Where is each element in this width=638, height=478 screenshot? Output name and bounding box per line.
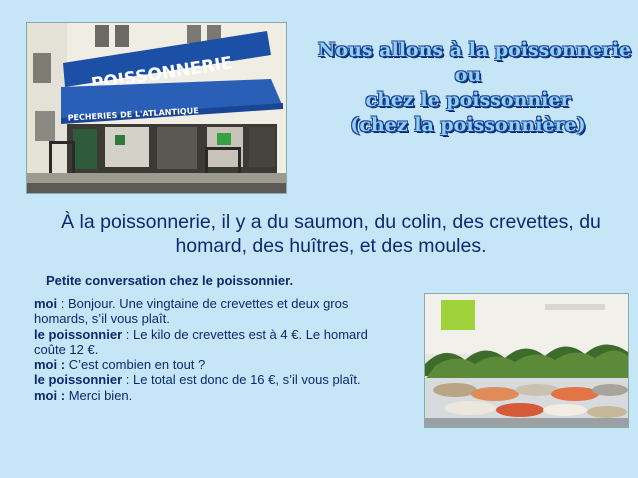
speaker: le poissonnier — [34, 372, 123, 388]
shop-front-photo: POISSONNERIE PECHERIES DE L'ATLANTIQUE — [26, 22, 287, 194]
dialogue-line: le poissonnier : Le kilo de crevettes es… — [34, 327, 402, 358]
speaker: moi : — [34, 387, 66, 403]
speaker: moi — [34, 296, 58, 311]
dialogue-line: moi : Bonjour. Une vingtaine de crevette… — [34, 296, 402, 327]
separator: : — [57, 296, 68, 311]
dialogue-text: Bonjour. Une vingtaine de crevettes et d… — [34, 296, 349, 327]
conversation-heading: Petite conversation chez le poissonnier. — [46, 273, 294, 288]
title-line-2: ou — [454, 64, 482, 86]
separator: : — [122, 372, 133, 388]
title-line-1: Nous allons à la poissonnerie — [318, 39, 632, 61]
separator: : — [122, 326, 133, 342]
intro-text: À la poissonnerie, il y a du saumon, du … — [61, 211, 601, 257]
title-line-4: (chez la poissonnière) — [350, 114, 586, 136]
dialogue-text: C’est combien en tout ? — [68, 357, 206, 373]
dialogue-text: Le total est donc de 16 €, s’il vous pla… — [132, 372, 361, 388]
dialogue-line: moi : Merci bien. — [34, 388, 402, 403]
speaker: le poissonnier — [34, 326, 123, 342]
dialogue-line: moi : C’est combien en tout ? — [34, 357, 402, 372]
fish-counter-photo — [424, 293, 629, 428]
dialogue: moi : Bonjour. Une vingtaine de crevette… — [34, 296, 402, 403]
dialogue-text: Merci bien. — [68, 387, 133, 403]
title-line-3: chez le poissonnier — [365, 89, 571, 111]
page-title: Nous allons à la poissonnerie ou chez le… — [318, 38, 632, 138]
speaker: moi : — [34, 357, 66, 373]
dialogue-line: le poissonnier : Le total est donc de 16… — [34, 372, 402, 387]
